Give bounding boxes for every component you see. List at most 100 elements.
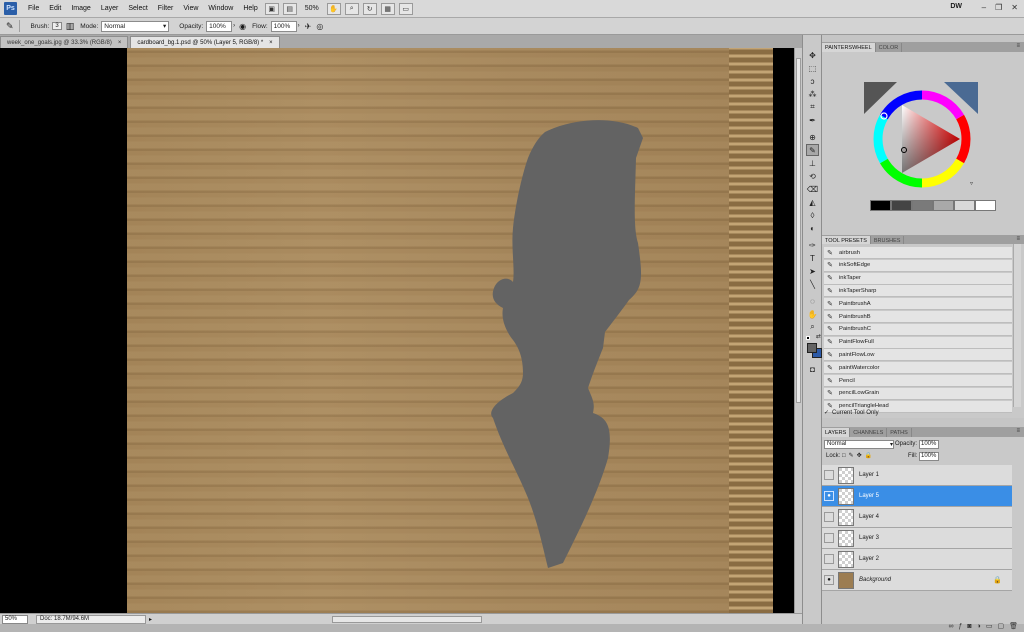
preset-item[interactable]: ✎ PaintbrushB xyxy=(824,311,1012,323)
layer-name[interactable]: Background xyxy=(859,577,891,583)
current-tool-only[interactable]: ✓ Current Tool Only xyxy=(822,407,1024,418)
menu-window[interactable]: Window xyxy=(203,5,238,12)
menu-edit[interactable]: Edit xyxy=(44,5,66,12)
shape-tool-icon[interactable]: ╲ xyxy=(806,278,819,290)
swatch[interactable] xyxy=(891,200,912,211)
preset-item[interactable]: ✎ PaintbrushC xyxy=(824,323,1012,336)
swatch[interactable] xyxy=(954,200,975,211)
preset-item[interactable]: ✎ paintWatercolor xyxy=(824,362,1012,375)
marquee-tool-icon[interactable]: ⬚ xyxy=(806,62,819,74)
layer-row[interactable]: Layer 2 xyxy=(822,549,1012,570)
opacity-input[interactable]: 100% xyxy=(206,20,233,32)
status-zoom-input[interactable]: 50% xyxy=(2,614,28,624)
layer-row[interactable]: ● Background 🔒 xyxy=(822,570,1012,591)
preset-item[interactable]: ✎ PaintbrushA xyxy=(824,298,1012,311)
preset-item[interactable]: ✎ airbrush xyxy=(824,247,1012,259)
tab-channels[interactable]: CHANNELS xyxy=(850,428,888,437)
horizontal-scrollbar[interactable] xyxy=(332,615,483,623)
hand-icon[interactable]: ✋ xyxy=(326,2,341,15)
visibility-eye-icon[interactable]: ● xyxy=(824,575,834,585)
preset-item[interactable]: ✎ PaintFlowFull xyxy=(824,336,1012,349)
restore-icon[interactable]: ❐ xyxy=(995,3,1002,12)
preset-item[interactable]: ✎ inkTaper xyxy=(824,272,1012,285)
eyedropper-tool-icon[interactable]: ✒ xyxy=(806,114,819,126)
layer-row[interactable]: Layer 4 xyxy=(822,507,1012,528)
mini-bridge-icon[interactable]: ▤ xyxy=(282,2,297,15)
scrollbar-thumb[interactable] xyxy=(796,58,801,403)
lasso-tool-icon[interactable]: ↄ xyxy=(806,75,819,87)
vertical-scrollbar[interactable] xyxy=(794,48,802,613)
document-canvas[interactable] xyxy=(127,48,773,613)
flow-input[interactable]: 100% xyxy=(270,20,297,32)
crop-tool-icon[interactable]: ⌗ xyxy=(806,101,819,113)
preset-item[interactable]: ✎ paintFlowLow xyxy=(824,349,1012,362)
swatch[interactable] xyxy=(975,200,996,211)
healing-brush-icon[interactable]: ⊕ xyxy=(806,131,819,143)
tab-layers[interactable]: LAYERS xyxy=(822,428,851,437)
tab-color[interactable]: COLOR xyxy=(876,43,903,52)
foreground-color-swatch[interactable] xyxy=(807,343,817,353)
brush-panel-icon[interactable]: ▥ xyxy=(66,21,75,32)
history-brush-icon[interactable]: ⟲ xyxy=(806,170,819,182)
clone-stamp-icon[interactable]: ⊥ xyxy=(806,157,819,169)
layer-row[interactable]: Layer 3 xyxy=(822,528,1012,549)
layer-name[interactable]: Layer 1 xyxy=(859,472,879,478)
menu-image[interactable]: Image xyxy=(66,5,95,12)
layer-row[interactable]: ● Layer 5 xyxy=(822,486,1012,507)
tab-paths[interactable]: PATHS xyxy=(887,428,912,437)
folder-icon[interactable]: ▭ xyxy=(986,622,993,630)
fill-input[interactable]: 100% xyxy=(919,452,939,461)
menu-select[interactable]: Select xyxy=(123,5,152,12)
swatch[interactable] xyxy=(870,200,891,211)
checkbox-icon[interactable]: ✓ xyxy=(824,409,829,416)
rotate-view-icon[interactable]: ↻ xyxy=(362,2,377,15)
type-tool-icon[interactable]: T xyxy=(806,252,819,264)
3d-rotate-icon[interactable]: ◌ xyxy=(806,295,819,307)
path-select-icon[interactable]: ➤ xyxy=(806,265,819,277)
workspace-name[interactable]: DW xyxy=(950,3,962,10)
chevron-right-icon[interactable]: ▸ xyxy=(149,616,152,623)
layer-name[interactable]: Layer 2 xyxy=(859,556,879,562)
menu-layer[interactable]: Layer xyxy=(96,5,124,12)
airbrush-icon[interactable]: ✈ xyxy=(305,22,312,31)
swatch[interactable] xyxy=(912,200,933,211)
panel-menu-icon[interactable]: ≡ xyxy=(1016,428,1020,434)
close-icon[interactable]: × xyxy=(269,40,273,46)
layer-opacity-input[interactable]: 100% xyxy=(919,440,939,449)
close-icon[interactable]: ✕ xyxy=(1011,3,1018,12)
pen-tool-icon[interactable]: ✑ xyxy=(806,239,819,251)
layer-row[interactable]: Layer 1 xyxy=(822,465,1012,486)
layer-name[interactable]: Layer 3 xyxy=(859,535,879,541)
preset-item[interactable]: ✎ Pencil xyxy=(824,375,1012,387)
visibility-eye-icon[interactable] xyxy=(824,512,834,522)
quick-select-tool-icon[interactable]: ⁂ xyxy=(806,88,819,100)
swap-colors-icon[interactable]: ⇄ xyxy=(815,330,822,342)
menu-file[interactable]: File xyxy=(23,5,44,12)
default-colors-icon[interactable] xyxy=(806,336,810,340)
layer-name[interactable]: Layer 5 xyxy=(859,493,879,499)
tab-painterswheel[interactable]: PAINTERSWHEEL xyxy=(822,43,876,52)
blur-tool-icon[interactable]: ◊ xyxy=(806,209,819,221)
pressure-opacity-icon[interactable]: ◉ xyxy=(239,22,246,31)
tab-cardboard-bg[interactable]: cardboard_bg.1.psd @ 50% (Layer 5, RGB/8… xyxy=(130,36,280,48)
pressure-size-icon[interactable]: ◎ xyxy=(316,22,323,31)
preset-item[interactable]: ✎ inkSoftEdge xyxy=(824,259,1012,272)
blend-mode-select[interactable]: Normal ▾ xyxy=(824,440,894,449)
tab-week-one-goals[interactable]: week_one_goals.jpg @ 33.3% (RGB/8) × xyxy=(0,36,129,48)
dodge-tool-icon[interactable]: ◐ xyxy=(806,222,819,234)
color-wheel[interactable]: ▿ xyxy=(822,52,1024,197)
brush-tool-icon[interactable]: ✎ xyxy=(806,144,819,156)
preset-item[interactable]: ✎ inkTaperSharp xyxy=(824,285,1012,298)
arrange-documents-icon[interactable]: ▦ xyxy=(380,2,395,15)
eraser-tool-icon[interactable]: ⌫ xyxy=(806,183,819,195)
panel-menu-icon[interactable]: ≡ xyxy=(1016,43,1020,49)
chevron-right-icon[interactable]: › xyxy=(233,23,235,29)
menu-help[interactable]: Help xyxy=(238,5,262,12)
zoom-level[interactable]: 50% xyxy=(305,5,319,12)
new-layer-icon[interactable]: ▢ xyxy=(997,622,1004,630)
trash-icon[interactable]: 🗑 xyxy=(1009,622,1018,630)
minimize-icon[interactable]: – xyxy=(982,3,986,12)
swatch[interactable] xyxy=(933,200,954,211)
screen-mode-icon[interactable]: ▭ xyxy=(398,2,413,15)
bridge-icon[interactable]: ▣ xyxy=(264,2,279,15)
